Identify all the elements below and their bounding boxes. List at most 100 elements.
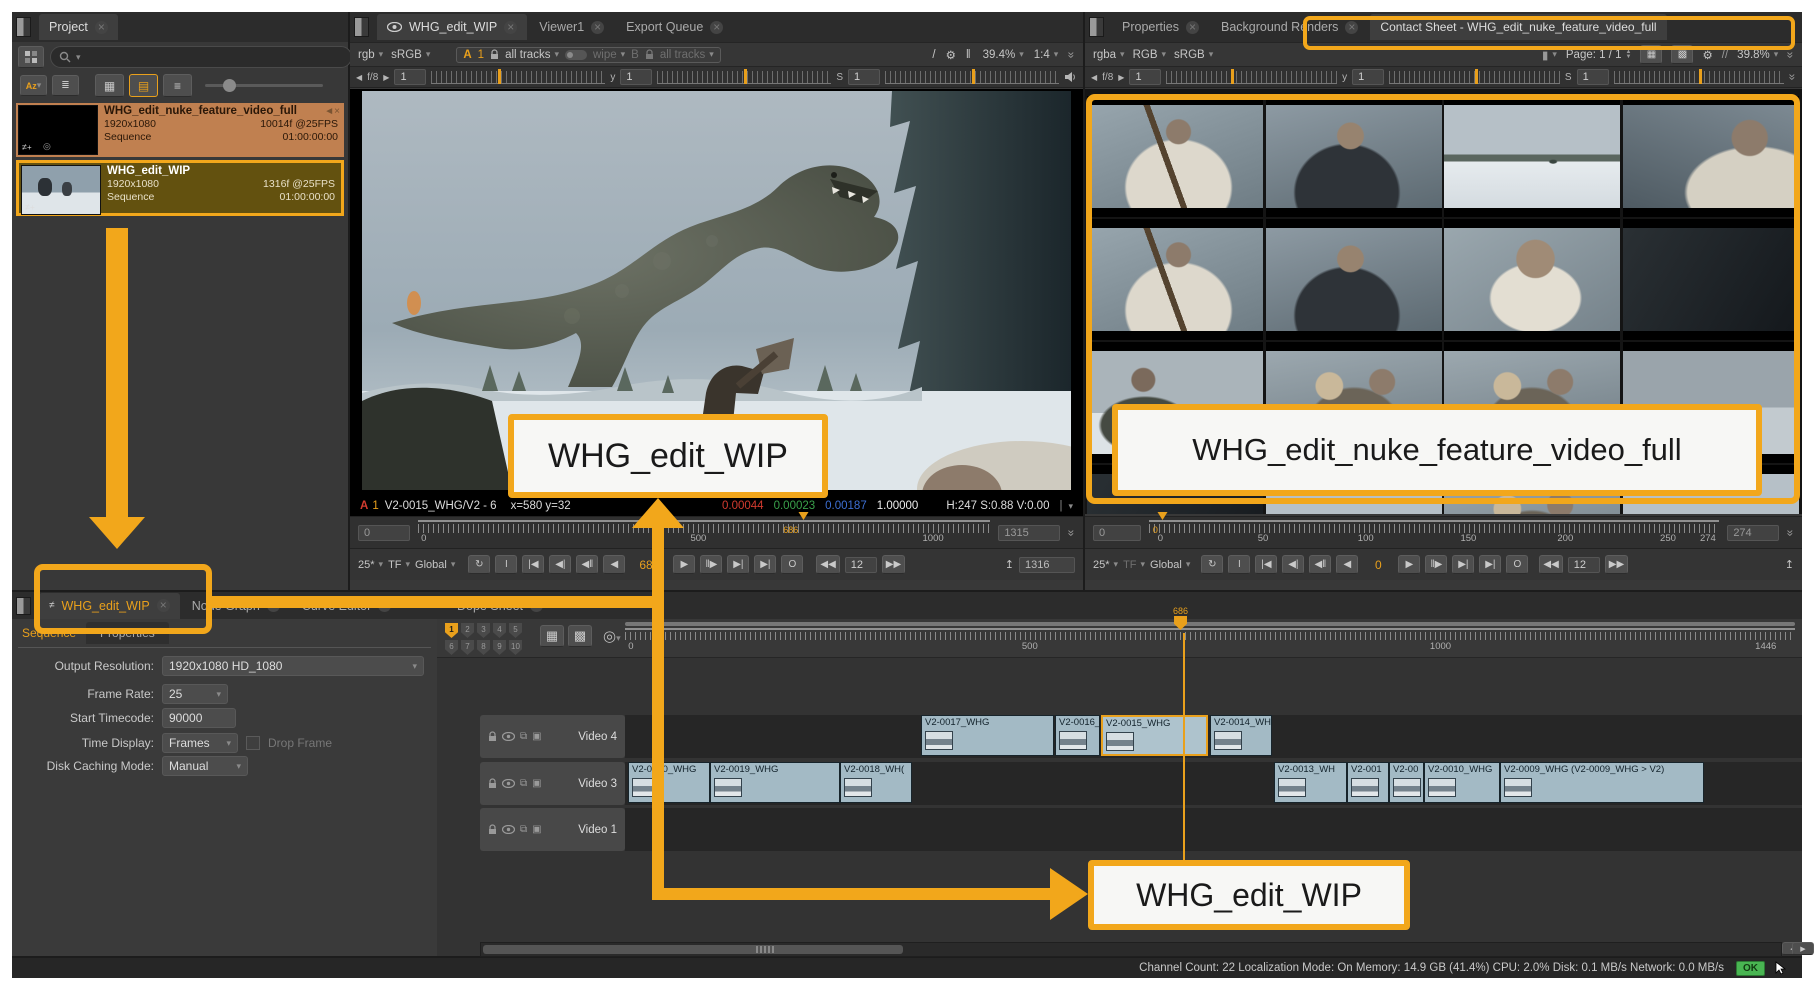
skip-frames-field[interactable]: 12	[1568, 557, 1600, 573]
timeline-clip[interactable]: V2-0009_WHG (V2-0009_WHG > V2)	[1500, 762, 1704, 803]
view-list-button[interactable]: ≡	[163, 74, 192, 97]
out-mark-button[interactable]: O	[781, 555, 803, 574]
lock-icon[interactable]	[488, 824, 497, 835]
rewind-button[interactable]: ◀◀	[816, 555, 839, 574]
tag-marker-10[interactable]: 10	[509, 640, 522, 655]
channel-select[interactable]: rgb▾	[358, 49, 383, 61]
sort-alpha-button[interactable]: Az▾	[20, 75, 47, 96]
table-view-button[interactable]: ▦	[540, 625, 564, 647]
range-start-field[interactable]: 0	[358, 525, 410, 541]
go-last-button[interactable]: ▶|	[754, 555, 776, 574]
timeline-clip[interactable]: V2-0014_WH	[1210, 715, 1272, 756]
gamma-slider[interactable]	[1389, 71, 1560, 84]
gamma-slider[interactable]	[657, 71, 831, 84]
lock-icon[interactable]	[488, 778, 497, 789]
saturation-field[interactable]: 1	[1577, 69, 1609, 85]
gain-next-icon[interactable]: ▶	[383, 73, 389, 82]
saturation-slider[interactable]	[885, 71, 1059, 84]
skip-frames-field[interactable]: 12	[845, 557, 877, 573]
thumb-size-slider[interactable]	[205, 84, 323, 87]
mask-icon[interactable]: ▣	[532, 824, 541, 835]
lut-select[interactable]: sRGB▾	[391, 49, 430, 61]
timeline-clip[interactable]: V2-0010_WHG	[1424, 762, 1500, 803]
tag-marker-4[interactable]: 4	[493, 623, 506, 638]
tab-whg-edit-wip[interactable]: WHG_edit_WIP×	[377, 14, 527, 40]
close-icon[interactable]: ×	[504, 21, 517, 34]
speaker-icon[interactable]	[1064, 71, 1077, 83]
tag-marker-2[interactable]: 2	[461, 623, 474, 638]
gamma-field[interactable]: 1	[1352, 69, 1384, 85]
mask-icon[interactable]: ▣	[532, 731, 541, 742]
view-detail-button[interactable]: ▤	[129, 74, 158, 97]
lock-icon[interactable]	[490, 49, 499, 60]
timeline-clip[interactable]: V2-0013_WH	[1274, 762, 1347, 803]
prev-edit-button[interactable]: ◀|	[549, 555, 571, 574]
playhead-marker[interactable]: 686	[783, 520, 808, 538]
lut-select[interactable]: sRGB▾	[1174, 49, 1213, 61]
tracks-b-select[interactable]: all tracks▾	[660, 49, 714, 61]
eye-icon[interactable]	[502, 825, 515, 834]
tag-marker-1[interactable]: 1	[445, 623, 458, 638]
tab-export-queue[interactable]: Export Queue×	[616, 14, 733, 40]
last-frame-field[interactable]: 1316	[1019, 557, 1075, 573]
play-backward-button[interactable]: ◀	[1336, 555, 1358, 574]
tag-marker-8[interactable]: 8	[477, 640, 490, 655]
channel-select[interactable]: rgba▾	[1093, 49, 1125, 61]
project-view-toggle-button[interactable]	[18, 46, 44, 68]
gain-next-icon[interactable]: ▶	[1118, 73, 1124, 82]
timeline-clip[interactable]: V2-0015_WHG	[1101, 715, 1208, 756]
next-edit-button[interactable]: ▶|	[1452, 555, 1474, 574]
next-edit-button[interactable]: ▶|	[727, 555, 749, 574]
layer-select[interactable]: RGB▾	[1133, 49, 1166, 61]
step-back-button[interactable]: ◀‖	[576, 555, 598, 574]
loop-mode-button[interactable]: ↻	[468, 555, 490, 574]
tag-marker-3[interactable]: 3	[477, 623, 490, 638]
slider-handle[interactable]	[223, 79, 236, 92]
page-spinner[interactable]: Page: 1 / 1▲▼	[1566, 49, 1632, 61]
lock-icon[interactable]	[645, 49, 654, 60]
contact-frame-ruler[interactable]: 0 050100150200250274	[1149, 520, 1719, 546]
layers-icon[interactable]: ⧉	[520, 731, 527, 742]
timeline-clip[interactable]: V2-0019_WHG	[710, 762, 840, 803]
fast-forward-button[interactable]: ▶▶	[1605, 555, 1628, 574]
tag-marker-9[interactable]: 9	[493, 640, 506, 655]
in-mark-button[interactable]: I	[1228, 555, 1250, 574]
field-value-select[interactable]: 25▾	[162, 684, 228, 704]
play-forward-button[interactable]: ▶	[673, 555, 695, 574]
range-mode-select[interactable]: Global▾	[415, 559, 455, 571]
slider-handle[interactable]	[972, 69, 975, 84]
current-frame-display[interactable]: 0	[1363, 558, 1393, 572]
proxy-select[interactable]: 1:4▾	[1034, 49, 1059, 61]
overlay-lines-icon[interactable]: //	[1722, 49, 1728, 61]
lock-icon[interactable]	[488, 731, 497, 742]
out-mark-button[interactable]: O	[1506, 555, 1528, 574]
chevron-down-icon[interactable]: ▾	[1068, 501, 1073, 512]
tag-marker-7[interactable]: 7	[461, 640, 474, 655]
eye-icon[interactable]	[502, 732, 515, 741]
zoom-select[interactable]: 39.8%▾	[1737, 49, 1778, 61]
tag-marker-6[interactable]: 6	[445, 640, 458, 655]
go-first-button[interactable]: |◀	[1255, 555, 1277, 574]
timecode-format-select[interactable]: TF▾	[1123, 559, 1145, 571]
fast-forward-button[interactable]: ▶▶	[882, 555, 905, 574]
tag-marker-5[interactable]: 5	[509, 623, 522, 638]
collapse-icon[interactable]: »	[1784, 529, 1798, 536]
range-end-field[interactable]: 1315	[998, 525, 1060, 541]
timecode-format-select[interactable]: TF▾	[388, 559, 410, 571]
project-item-whg-edit-wip[interactable]: ≠+ WHG_edit_WIP 1920x10801316f @25FPS Se…	[16, 160, 344, 216]
close-icon[interactable]: ×	[1186, 21, 1199, 34]
range-mode-select[interactable]: Global▾	[1150, 559, 1190, 571]
gain-prev-icon[interactable]: ◀	[1091, 73, 1097, 82]
input-a-number[interactable]: 1	[478, 49, 484, 61]
gain-slider[interactable]	[1166, 71, 1337, 84]
timeline-clip[interactable]: V2-00	[1389, 762, 1424, 803]
field-value-select[interactable]: 1920x1080 HD_1080▾	[162, 656, 424, 676]
collapse-icon[interactable]: »	[1786, 74, 1800, 81]
layers-icon[interactable]: ⧉	[520, 824, 527, 835]
tab-properties[interactable]: Properties×	[1112, 14, 1209, 40]
saturation-field[interactable]: 1	[848, 69, 880, 85]
close-icon[interactable]: ×	[95, 21, 108, 34]
saturation-slider[interactable]	[1614, 71, 1785, 84]
slider-handle[interactable]	[1475, 69, 1478, 84]
slider-handle[interactable]	[744, 69, 747, 84]
